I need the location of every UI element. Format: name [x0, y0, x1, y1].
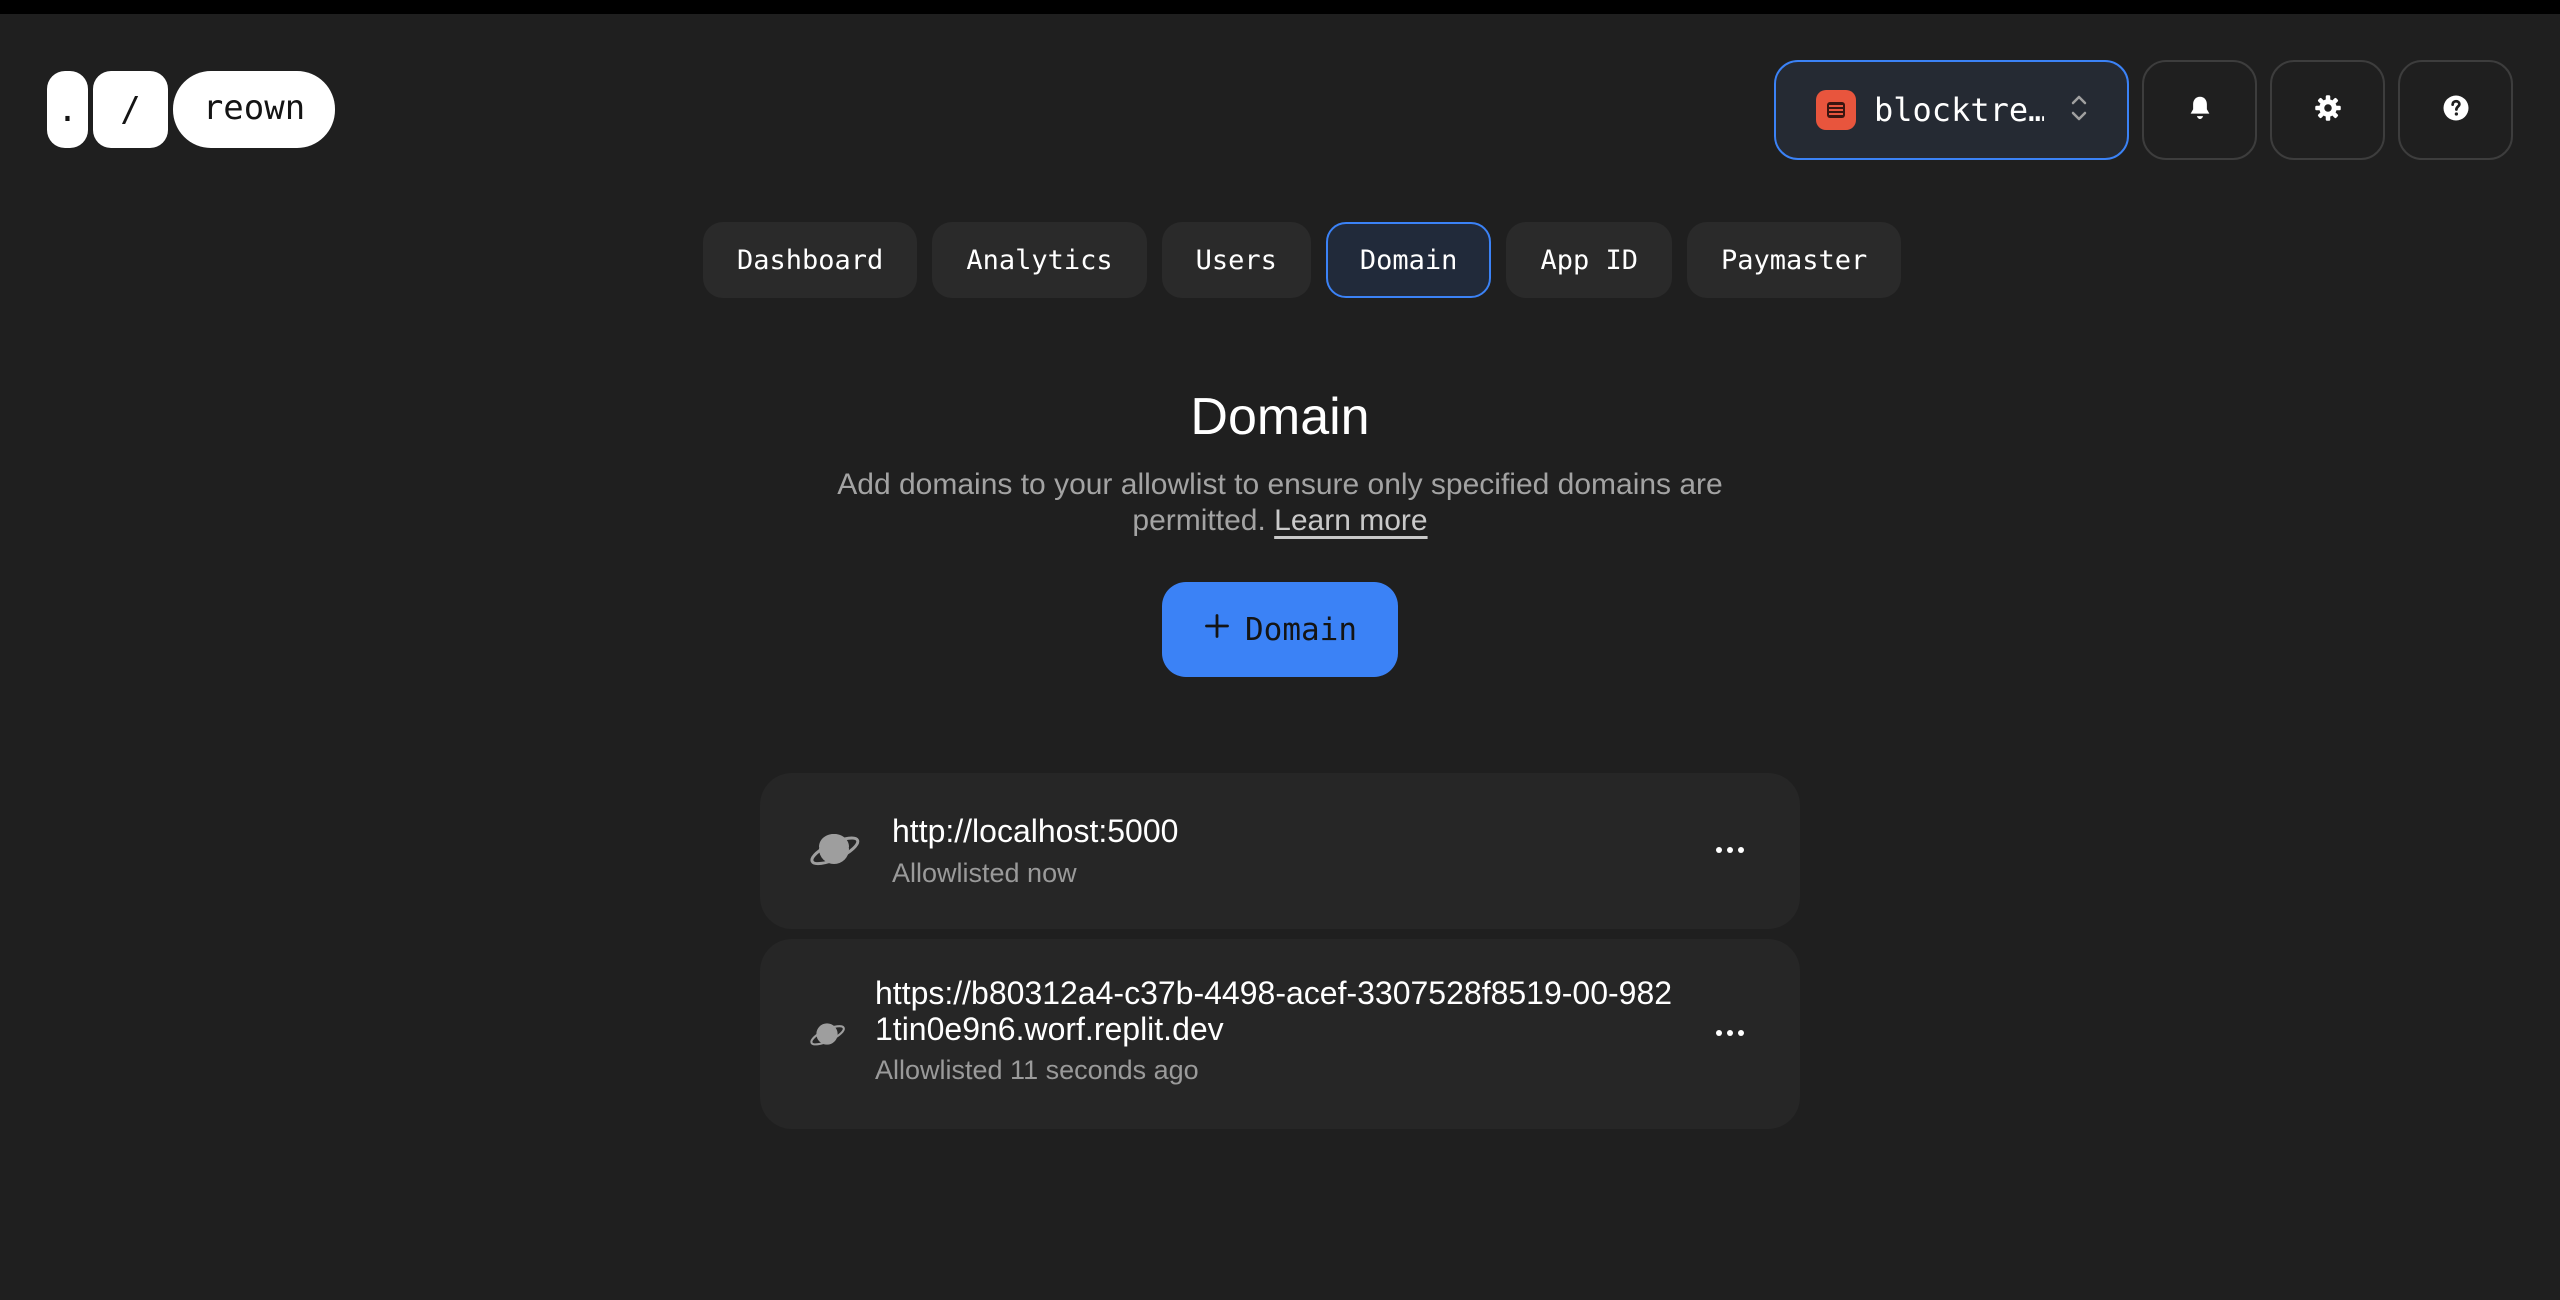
more-icon [1715, 842, 1745, 860]
domain-item: http://localhost:5000 Allowlisted now [760, 773, 1800, 929]
logo-name: reown [173, 71, 335, 148]
tab-paymaster[interactable]: Paymaster [1687, 222, 1902, 298]
tab-dashboard[interactable]: Dashboard [703, 222, 918, 298]
page-description: Add domains to your allowlist to ensure … [780, 467, 1780, 539]
project-name: blocktre… [1874, 91, 2044, 129]
planet-icon [808, 1017, 846, 1056]
notifications-button[interactable] [2142, 60, 2257, 160]
learn-more-link[interactable]: Learn more [1274, 504, 1427, 537]
bell-icon [2185, 93, 2215, 128]
more-icon [1715, 1025, 1745, 1043]
more-options-button[interactable] [1710, 1014, 1750, 1054]
domain-url: https://b80312a4-c37b-4498-acef-3307528f… [875, 975, 1673, 1047]
domain-item: https://b80312a4-c37b-4498-acef-3307528f… [760, 939, 1800, 1129]
help-button[interactable] [2398, 60, 2513, 160]
domain-status: Allowlisted now [892, 858, 1077, 888]
tab-users[interactable]: Users [1161, 222, 1311, 298]
settings-button[interactable] [2270, 60, 2385, 160]
tab-domain[interactable]: Domain [1325, 222, 1492, 298]
logo-slash: / [93, 71, 168, 148]
chevron-updown-icon [2068, 91, 2090, 130]
logo-dot: . [47, 71, 88, 148]
plus-icon [1203, 612, 1231, 648]
main-tabs: Dashboard Analytics Users Domain App ID … [703, 222, 1902, 298]
stack-icon [1816, 90, 1856, 130]
planet-icon [808, 825, 860, 878]
domain-status: Allowlisted 11 seconds ago [875, 1055, 1199, 1085]
gear-icon [2313, 93, 2343, 128]
add-domain-button[interactable]: Domain [1162, 582, 1398, 677]
tab-analytics[interactable]: Analytics [932, 222, 1147, 298]
more-options-button[interactable] [1710, 831, 1750, 871]
tab-app-id[interactable]: App ID [1506, 222, 1672, 298]
help-icon [2441, 93, 2471, 128]
project-switcher[interactable]: blocktre… [1774, 60, 2129, 160]
add-domain-label: Domain [1245, 611, 1357, 648]
domain-url: http://localhost:5000 [892, 813, 1179, 849]
page-title: Domain [1190, 388, 1370, 446]
reown-logo[interactable]: . / reown [47, 71, 335, 148]
window-top-strip [0, 0, 2560, 14]
